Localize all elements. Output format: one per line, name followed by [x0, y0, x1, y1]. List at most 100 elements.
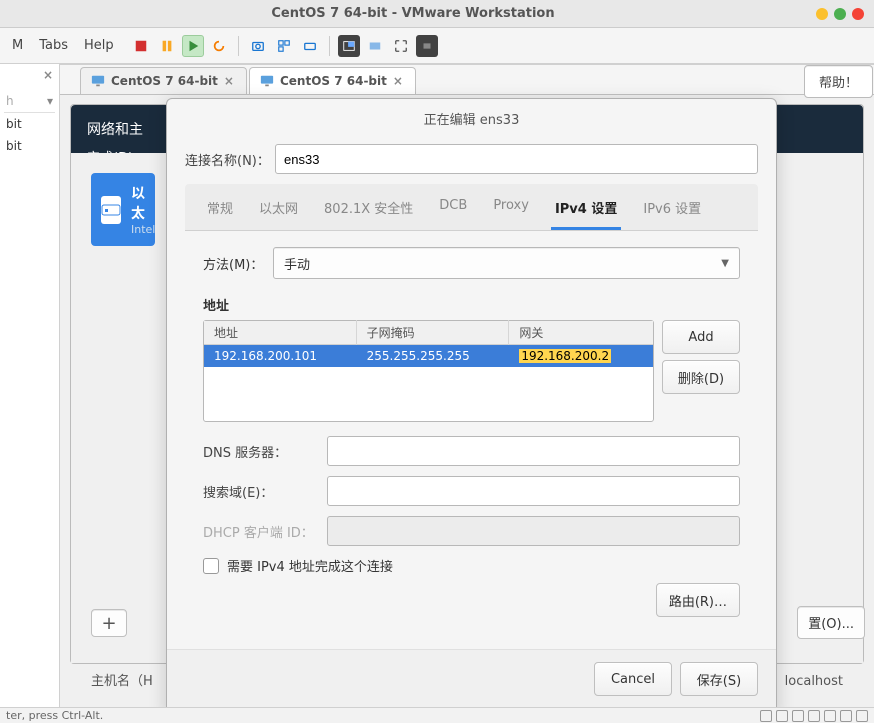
table-row[interactable]: 192.168.200.101 255.255.255.255 192.168.… [204, 345, 653, 367]
hostname-value: localhost [785, 674, 843, 689]
monitor-icon [260, 74, 274, 88]
vm-tab-label: CentOS 7 64-bit [111, 74, 218, 88]
disk-icon[interactable] [299, 35, 321, 57]
tab-ipv6[interactable]: IPv6 设置 [639, 192, 705, 230]
toolbar-separator [238, 36, 239, 56]
status-hint: ter, press Ctrl-Alt. [6, 709, 103, 722]
console-icon[interactable] [416, 35, 438, 57]
menu-help[interactable]: Help [78, 34, 120, 57]
restart-icon[interactable] [208, 35, 230, 57]
routes-button[interactable]: 路由(R)… [656, 583, 740, 617]
minimize-button[interactable] [816, 8, 828, 20]
window-title: CentOS 7 64-bit - VMware Workstation [10, 6, 816, 21]
method-label: 方法(M)： [203, 254, 273, 273]
addresses-section-label: 地址 [203, 295, 740, 314]
pause-icon[interactable] [156, 35, 178, 57]
vm-tab[interactable]: CentOS 7 64-bit × [80, 67, 247, 94]
edit-connection-dialog: 正在编辑 ens33 连接名称(N)： 常规 以太网 802.1X 安全性 DC… [166, 98, 777, 715]
monitor-icon [91, 74, 105, 88]
status-icon[interactable] [760, 710, 772, 722]
status-icon[interactable] [792, 710, 804, 722]
require-ipv4-label: 需要 IPv4 地址完成这个连接 [227, 556, 393, 575]
toolbar [130, 35, 438, 57]
help-button[interactable]: 帮助！ [804, 65, 873, 98]
tab-general[interactable]: 常规 [203, 192, 237, 230]
save-button[interactable]: 保存(S) [680, 662, 758, 696]
close-button[interactable] [852, 8, 864, 20]
status-icon[interactable] [856, 710, 868, 722]
ethernet-card[interactable]: 以太 Intel [91, 173, 155, 246]
hostname-label: 主机名（H [91, 670, 153, 689]
tab-ipv4[interactable]: IPv4 设置 [551, 192, 621, 230]
cell-netmask[interactable]: 255.255.255.255 [357, 347, 510, 365]
dialog-notebook: 常规 以太网 802.1X 安全性 DCB Proxy IPv4 设置 IPv6… [185, 184, 758, 627]
tab-8021x[interactable]: 802.1X 安全性 [320, 192, 417, 230]
add-interface-button[interactable]: + [91, 609, 127, 637]
notebook-tabs: 常规 以太网 802.1X 安全性 DCB Proxy IPv4 设置 IPv6… [185, 184, 758, 231]
panel-close-icon[interactable]: × [43, 68, 53, 82]
status-icon[interactable] [840, 710, 852, 722]
unity-icon[interactable] [364, 35, 386, 57]
window-controls [816, 8, 864, 20]
delete-button[interactable]: 删除(D) [662, 360, 740, 394]
dhcp-client-id-input [327, 516, 740, 546]
configure-button[interactable]: 置(O)... [797, 606, 865, 639]
dhcp-client-id-label: DHCP 客户端 ID： [203, 522, 327, 541]
addresses-table[interactable]: 地址 子网掩码 网关 192.168.200.101 255.255.255.2… [203, 320, 654, 422]
dns-label: DNS 服务器： [203, 442, 327, 461]
menubar: M Tabs Help [0, 28, 874, 64]
fullscreen-icon[interactable] [338, 35, 360, 57]
tab-proxy[interactable]: Proxy [489, 192, 533, 230]
snapshot-manager-icon[interactable] [273, 35, 295, 57]
statusbar: ter, press Ctrl-Alt. [0, 707, 874, 723]
cell-address[interactable]: 192.168.200.101 [204, 347, 357, 365]
method-combo[interactable]: 手动 ▼ [273, 247, 740, 279]
tree-item[interactable]: bit [4, 113, 55, 135]
vm-tabs: CentOS 7 64-bit × CentOS 7 64-bit × [60, 65, 874, 95]
power-off-icon[interactable] [130, 35, 152, 57]
vm-tab-active[interactable]: CentOS 7 64-bit × [249, 67, 416, 94]
search-domain-input[interactable] [327, 476, 740, 506]
play-icon[interactable] [182, 35, 204, 57]
require-ipv4-checkbox[interactable] [203, 558, 219, 574]
col-address: 地址 [204, 320, 357, 345]
menu-vm[interactable]: M [6, 34, 29, 57]
cell-gateway[interactable]: 192.168.200.2 [509, 347, 653, 365]
table-empty-area [204, 367, 653, 421]
connection-name-input[interactable] [275, 144, 758, 174]
status-icon[interactable] [824, 710, 836, 722]
library-panel: × h▾ bit bit [0, 64, 60, 714]
status-icons [760, 710, 868, 722]
library-search[interactable]: h▾ [4, 90, 55, 113]
network-title: 网络和主 [87, 119, 143, 139]
cancel-button[interactable]: Cancel [594, 662, 672, 696]
snapshot-icon[interactable] [247, 35, 269, 57]
chevron-down-icon: ▼ [721, 258, 729, 269]
expand-icon[interactable] [390, 35, 412, 57]
tree-item[interactable]: bit [4, 135, 55, 157]
tab-close-icon[interactable]: × [393, 74, 403, 88]
dialog-footer: Cancel 保存(S) [167, 649, 776, 714]
search-domain-label: 搜索域(E)： [203, 482, 327, 501]
tab-dcb[interactable]: DCB [435, 192, 471, 230]
vmware-titlebar: CentOS 7 64-bit - VMware Workstation [0, 0, 874, 28]
status-icon[interactable] [808, 710, 820, 722]
col-gateway: 网关 [509, 320, 653, 345]
maximize-button[interactable] [834, 8, 846, 20]
toolbar-separator-2 [329, 36, 330, 56]
col-netmask: 子网掩码 [357, 320, 510, 345]
tab-close-icon[interactable]: × [224, 74, 234, 88]
vm-tab-label: CentOS 7 64-bit [280, 74, 387, 88]
method-value: 手动 [284, 254, 310, 273]
nic-title: 以太 [131, 183, 155, 223]
connection-name-label: 连接名称(N)： [185, 150, 275, 169]
nic-subtitle: Intel [131, 223, 155, 236]
nic-icon [101, 196, 121, 224]
status-icon[interactable] [776, 710, 788, 722]
menu-tabs[interactable]: Tabs [33, 34, 74, 57]
add-button[interactable]: Add [662, 320, 740, 354]
tab-ethernet[interactable]: 以太网 [255, 192, 302, 230]
dialog-title: 正在编辑 ens33 [167, 99, 776, 138]
dns-input[interactable] [327, 436, 740, 466]
ipv4-tab-content: 方法(M)： 手动 ▼ 地址 地址 子网掩码 网关 [185, 231, 758, 627]
